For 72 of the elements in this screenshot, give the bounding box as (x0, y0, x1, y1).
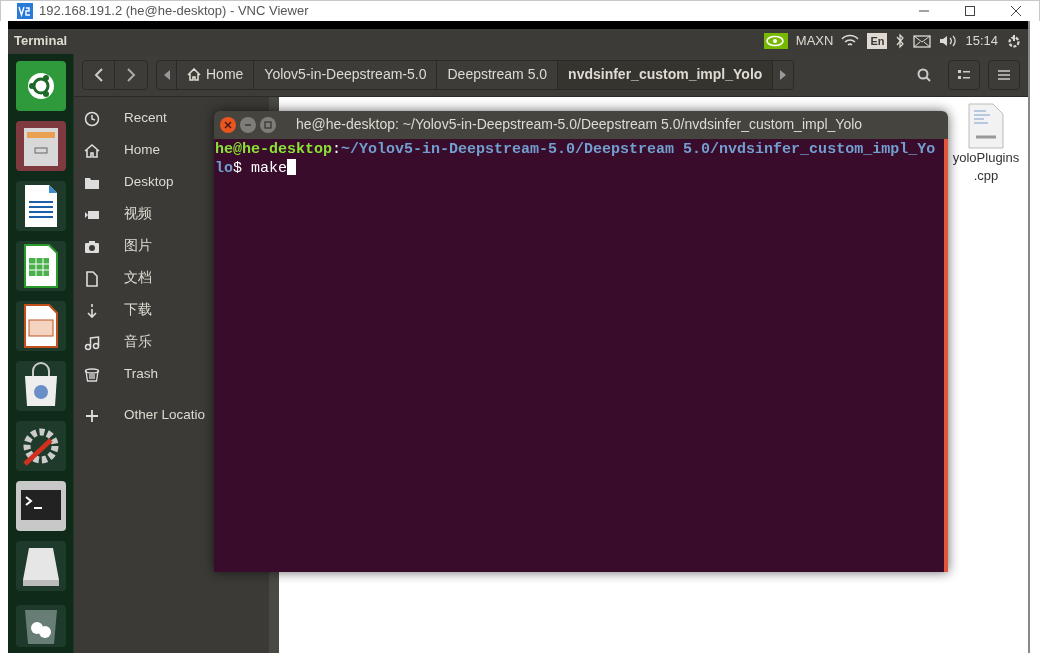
breadcrumb[interactable]: nvdsinfer_custom_impl_Yolo (558, 60, 774, 89)
text-cursor (287, 158, 297, 175)
plus-icon (84, 407, 100, 424)
sidebar-item[interactable]: 视频 (84, 198, 152, 231)
launcher-ubuntu-logo-button[interactable] (13, 58, 68, 113)
ubuntu-logo-icon (14, 59, 67, 112)
menu-button[interactable] (988, 59, 1020, 90)
file-name: yoloPlugins .cpp (952, 148, 1020, 185)
breadcrumb[interactable]: Home (177, 60, 255, 89)
menu-icon (998, 69, 1010, 80)
file-item[interactable]: yoloPlugins .cpp (946, 102, 1026, 185)
trash-icon (14, 603, 67, 648)
bluetooth-icon[interactable] (895, 33, 906, 49)
home-icon (187, 68, 201, 81)
chevron-left-icon (93, 67, 104, 82)
launcher-terminal-button[interactable] (13, 478, 68, 533)
search-icon (917, 67, 931, 82)
list-view-icon (958, 69, 970, 80)
triangle-right-icon (780, 69, 787, 80)
drive-icon (14, 539, 67, 592)
clock[interactable]: 15:14 (965, 31, 998, 51)
close-icon (1010, 4, 1022, 17)
close-icon (224, 120, 232, 129)
chevron-right-icon (126, 67, 136, 82)
breadcrumb[interactable]: Yolov5-in-Deepstream-5.0 (254, 60, 438, 89)
wifi-icon[interactable] (841, 34, 860, 48)
terminal-icon (14, 479, 67, 532)
home-icon (84, 142, 100, 159)
code-file-icon (968, 102, 1004, 149)
sidebar-item[interactable]: Trash (84, 358, 158, 391)
clock-icon (84, 110, 100, 127)
shopping-bag-icon (14, 359, 67, 412)
triangle-left-icon (163, 69, 170, 80)
power-gear-icon[interactable] (1006, 33, 1022, 49)
power-mode-label[interactable]: MAXN (795, 31, 834, 51)
music-note-icon (84, 334, 100, 351)
sidebar-item[interactable]: Home (84, 134, 160, 167)
spreadsheet-icon (14, 239, 67, 292)
maximize-icon (964, 4, 976, 17)
launcher-spreadsheet-button[interactable] (13, 238, 68, 293)
launcher-settings-wrench-button[interactable] (13, 418, 68, 473)
terminal-output: he@he-desktop:~/Yolov5-in-Deepstream-5.0/Deepstream 5.0/nvdsinfer_custom_impl_Yolo$ make (214, 139, 937, 179)
sidebar-item[interactable]: 文档 (84, 262, 152, 295)
launcher-file-cabinet-button[interactable] (13, 118, 68, 173)
document-icon (84, 270, 100, 287)
terminal-title: he@he-desktop: ~/Yolov5-in-Deepstream-5.0/Deepstream 5.0/nvdsinfer_custom_impl_Yolo (296, 115, 863, 134)
window-title: 192.168.191.2 (he@he-desktop) - VNC Viewer (39, 2, 309, 20)
launcher-drive-button[interactable] (13, 538, 68, 593)
maximize-icon (264, 120, 272, 129)
sidebar-item[interactable]: Recent (84, 102, 167, 135)
file-cabinet-icon (14, 119, 67, 172)
presentation-icon (14, 299, 67, 352)
eye-logo-icon[interactable] (763, 33, 788, 49)
list-view-button[interactable] (948, 59, 980, 90)
sidebar-item[interactable]: 下载 (84, 294, 152, 327)
sidebar-item[interactable]: Desktop (84, 166, 174, 199)
launcher-shopping-bag-button[interactable] (13, 358, 68, 413)
mail-icon[interactable] (913, 34, 932, 48)
download-icon (84, 302, 100, 319)
launcher-presentation-button[interactable] (13, 298, 68, 353)
volume-icon[interactable] (939, 34, 958, 48)
sidebar-item[interactable]: 图片 (84, 230, 152, 263)
trash-icon (84, 366, 100, 383)
app-title: Terminal (14, 32, 68, 51)
document-icon (14, 179, 67, 232)
sidebar-item[interactable]: 音乐 (84, 326, 152, 359)
close-button[interactable] (220, 116, 236, 133)
camera-icon (84, 238, 100, 255)
launcher-document-button[interactable] (13, 178, 68, 233)
keyboard-layout-indicator[interactable]: En (867, 33, 888, 49)
settings-wrench-icon (14, 419, 67, 472)
sidebar-item[interactable]: Other Locatio (84, 399, 206, 432)
